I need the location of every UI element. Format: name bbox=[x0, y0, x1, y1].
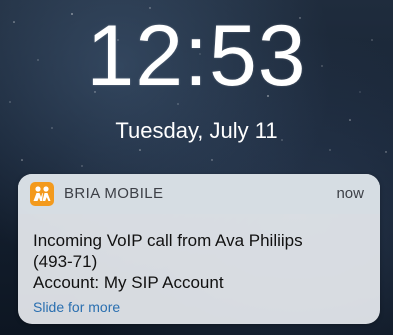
notification-message: Incoming VoIP call from Ava Philiips (49… bbox=[33, 230, 369, 293]
notification-message-line: (493-71) bbox=[33, 252, 98, 271]
two-people-icon bbox=[33, 186, 51, 201]
lockscreen-clock: 12:53 bbox=[86, 8, 307, 104]
notification-message-line: Incoming VoIP call from Ava Philiips bbox=[33, 231, 303, 250]
notification-header: BRIA MOBILE now bbox=[18, 174, 380, 214]
lockscreen-date: Tuesday, July 11 bbox=[115, 118, 278, 143]
notification-time: now bbox=[336, 185, 364, 202]
notification-message-line: Account: My SIP Account bbox=[33, 273, 224, 292]
notification-app-name: BRIA MOBILE bbox=[64, 185, 164, 202]
bria-app-icon bbox=[30, 182, 54, 206]
lock-screen: 12:53 Tuesday, July 11 BRIA MOBILE now I… bbox=[0, 0, 393, 335]
slide-for-more-hint: Slide for more bbox=[33, 299, 121, 315]
incoming-call-notification[interactable]: BRIA MOBILE now Incoming VoIP call from … bbox=[18, 174, 380, 324]
